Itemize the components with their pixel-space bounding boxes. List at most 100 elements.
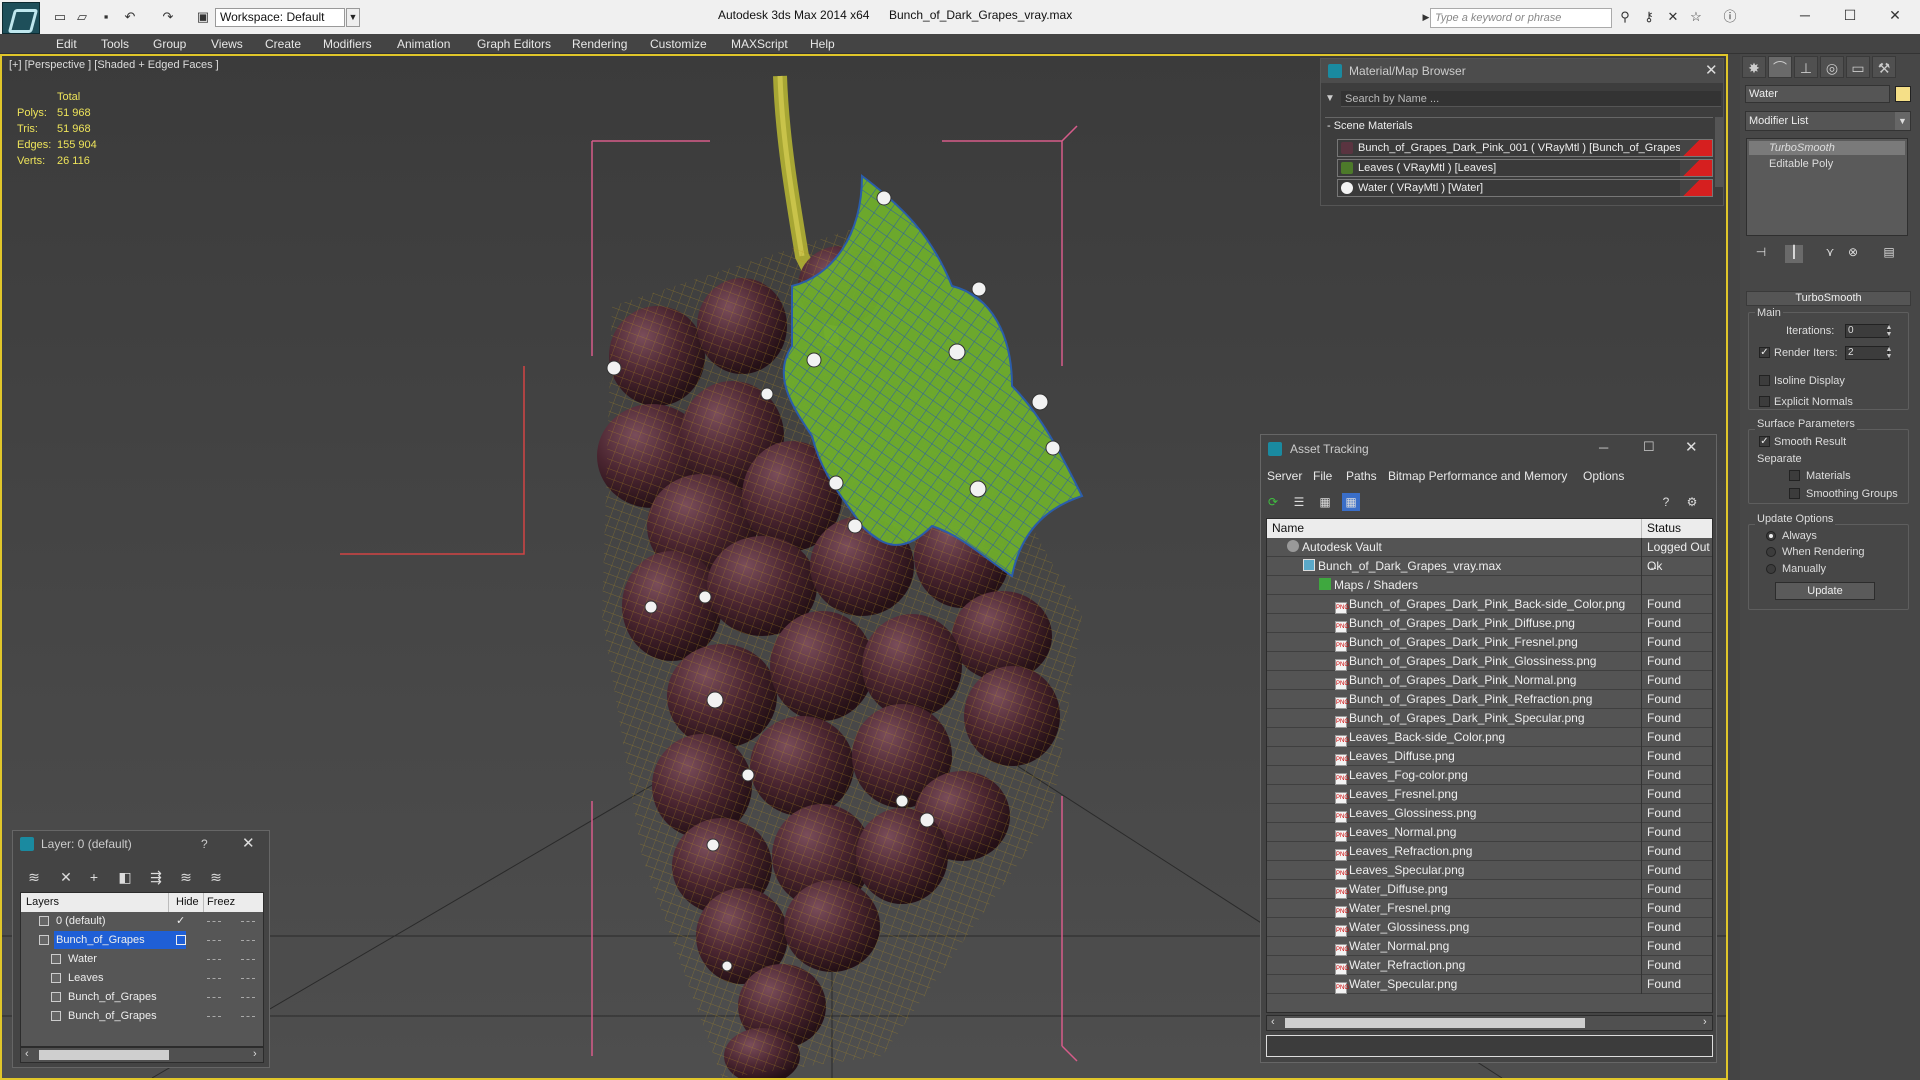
menu-server[interactable]: Server xyxy=(1267,469,1302,483)
scroll-thumb[interactable] xyxy=(39,1050,169,1060)
scroll-thumb[interactable] xyxy=(1285,1018,1585,1028)
asset-row[interactable]: PNGBunch_of_Grapes_Dark_Pink_Fresnel.png… xyxy=(1267,633,1712,652)
new-file-icon[interactable]: ▭ xyxy=(52,9,68,25)
layer-row[interactable]: Water xyxy=(21,950,263,969)
scroll-left-icon[interactable]: ‹ xyxy=(1271,1016,1275,1028)
horizontal-scrollbar[interactable]: ‹ › xyxy=(20,1047,264,1063)
menu-maxscript[interactable]: MAXScript xyxy=(731,37,788,51)
chevron-down-icon[interactable]: ▼ xyxy=(346,8,360,27)
app-logo-icon[interactable] xyxy=(2,2,40,34)
show-end-result-icon[interactable]: ┃ xyxy=(1785,245,1803,263)
menu-create[interactable]: Create xyxy=(265,37,301,51)
menu-options[interactable]: Options xyxy=(1583,469,1624,483)
scroll-right-icon[interactable]: › xyxy=(253,1048,257,1060)
menu-paths[interactable]: Paths xyxy=(1346,469,1377,483)
layer-row[interactable]: Bunch_of_Grapes xyxy=(21,1007,263,1026)
asset-row[interactable]: PNGLeaves_Fog-color.png Found xyxy=(1267,766,1712,785)
object-color-swatch[interactable] xyxy=(1895,86,1911,102)
close-icon[interactable]: ✕ xyxy=(1705,61,1718,79)
menu-views[interactable]: Views xyxy=(211,37,243,51)
search-options-icon[interactable]: ▼ xyxy=(1325,93,1335,104)
scroll-right-icon[interactable]: › xyxy=(1703,1016,1707,1028)
layer-row[interactable]: Leaves xyxy=(21,969,263,988)
column-status[interactable]: Status xyxy=(1647,521,1681,535)
asset-row[interactable]: PNGLeaves_Fresnel.png Found xyxy=(1267,785,1712,804)
asset-row[interactable]: PNGWater_Specular.png Found xyxy=(1267,975,1712,994)
asset-row[interactable]: PNGWater_Diffuse.png Found xyxy=(1267,880,1712,899)
pin-stack-icon[interactable]: ⊣ xyxy=(1752,245,1770,263)
asset-row[interactable]: PNGWater_Refraction.png Found xyxy=(1267,956,1712,975)
tools-icon[interactable]: ✕ xyxy=(1665,9,1681,25)
hierarchy-tab-icon[interactable]: ⊥ xyxy=(1794,56,1818,78)
asset-row[interactable]: PNGWater_Normal.png Found xyxy=(1267,937,1712,956)
column-freeze[interactable]: Freez xyxy=(207,896,235,908)
motion-tab-icon[interactable]: ◎ xyxy=(1820,56,1844,78)
materials-checkbox[interactable] xyxy=(1789,470,1800,481)
search-input[interactable]: Type a keyword or phrase xyxy=(1430,8,1612,28)
close-icon[interactable]: ✕ xyxy=(1685,438,1698,456)
chevron-down-icon[interactable]: ▼ xyxy=(1895,112,1910,130)
hide-toggle[interactable] xyxy=(207,959,221,960)
horizontal-scrollbar[interactable]: ‹ › xyxy=(1266,1015,1713,1031)
delete-layer-icon[interactable]: ✕ xyxy=(56,867,76,887)
maximize-icon[interactable]: ☐ xyxy=(1835,2,1865,28)
menu-file[interactable]: File xyxy=(1313,469,1332,483)
minimize-icon[interactable]: ─ xyxy=(1790,2,1820,28)
column-layers[interactable]: Layers xyxy=(26,896,59,908)
menu-graph-editors[interactable]: Graph Editors xyxy=(477,37,551,51)
asset-row[interactable]: PNGBunch_of_Grapes_Dark_Pink_Normal.png F… xyxy=(1267,671,1712,690)
hide-toggle[interactable] xyxy=(207,1016,221,1017)
menu-rendering[interactable]: Rendering xyxy=(572,37,627,51)
remove-modifier-icon[interactable]: ⊗ xyxy=(1844,245,1862,263)
asset-row[interactable]: PNGWater_Glossiness.png Found xyxy=(1267,918,1712,937)
menu-edit[interactable]: Edit xyxy=(56,37,77,51)
hide-toggle[interactable] xyxy=(207,997,221,998)
menu-help[interactable]: Help xyxy=(810,37,835,51)
open-file-icon[interactable]: ▱ xyxy=(74,9,90,25)
asset-row[interactable]: PNGLeaves_Refraction.png Found xyxy=(1267,842,1712,861)
material-row[interactable]: Leaves ( VRayMtl ) [Leaves] xyxy=(1337,159,1713,177)
material-search-input[interactable]: Search by Name ... xyxy=(1341,91,1721,107)
asset-row[interactable]: PNGLeaves_Diffuse.png Found xyxy=(1267,747,1712,766)
asset-row[interactable]: Maps / Shaders xyxy=(1267,576,1712,595)
asset-row[interactable]: PNGBunch_of_Grapes_Dark_Pink_Back-side_C… xyxy=(1267,595,1712,614)
layer-manager-icon[interactable]: ≋ xyxy=(24,867,44,887)
asset-row[interactable]: PNGLeaves_Specular.png Found xyxy=(1267,861,1712,880)
asset-row[interactable]: PNGLeaves_Glossiness.png Found xyxy=(1267,804,1712,823)
close-icon[interactable]: ✕ xyxy=(1880,2,1910,28)
freeze-toggle[interactable] xyxy=(241,921,255,922)
layer-row[interactable]: Bunch_of_Grapes xyxy=(21,931,263,950)
layer-row[interactable]: 0 (default) ✓ xyxy=(21,912,263,931)
asset-row[interactable]: PNGBunch_of_Grapes_Dark_Pink_Refraction.… xyxy=(1267,690,1712,709)
material-row[interactable]: Water ( VRayMtl ) [Water] xyxy=(1337,179,1713,197)
update-button[interactable]: Update xyxy=(1775,582,1875,600)
material-browser-titlebar[interactable]: Material/Map Browser ✕ xyxy=(1321,59,1723,83)
binoculars-icon[interactable]: ⚲ xyxy=(1617,9,1633,25)
display-tab-icon[interactable]: ▭ xyxy=(1846,56,1870,78)
current-layer-check-icon[interactable]: ✓ xyxy=(176,912,185,930)
move-to-layer-icon[interactable]: ⇶ xyxy=(146,867,166,887)
menu-tools[interactable]: Tools xyxy=(101,37,129,51)
column-hide[interactable]: Hide xyxy=(176,896,199,908)
asset-tracking-titlebar[interactable]: Asset Tracking ─ ☐ ✕ xyxy=(1261,435,1716,463)
asset-row[interactable]: PNGBunch_of_Grapes_Dark_Pink_Glossiness.… xyxy=(1267,652,1712,671)
object-name-field[interactable]: Water xyxy=(1745,85,1890,103)
always-radio[interactable] xyxy=(1766,531,1776,541)
vault-help-icon[interactable]: ? xyxy=(1657,493,1675,511)
save-file-icon[interactable]: ▪ xyxy=(98,9,114,25)
freeze-toggle[interactable] xyxy=(241,940,255,941)
freeze-toggle[interactable] xyxy=(241,959,255,960)
freeze-toggle[interactable] xyxy=(241,1016,255,1017)
turbosmooth-rollout-header[interactable]: TurboSmooth xyxy=(1746,291,1911,306)
render-iters-spinner[interactable]: 2 xyxy=(1845,346,1889,360)
select-in-layer-icon[interactable]: ◧ xyxy=(115,867,135,887)
stack-item-editable-poly[interactable]: Editable Poly xyxy=(1749,157,1905,171)
asset-row[interactable]: PNGLeaves_Back-side_Color.png Found xyxy=(1267,728,1712,747)
layer-explorer-titlebar[interactable]: Layer: 0 (default) ? ✕ xyxy=(13,831,269,857)
when-rendering-radio[interactable] xyxy=(1766,547,1776,557)
create-tab-icon[interactable]: ✸ xyxy=(1742,56,1766,78)
minimize-icon[interactable]: ─ xyxy=(1599,440,1608,455)
freeze-toggle[interactable] xyxy=(241,978,255,979)
project-folder-icon[interactable]: ▣ xyxy=(195,9,211,25)
explicit-normals-checkbox[interactable] xyxy=(1759,396,1770,407)
